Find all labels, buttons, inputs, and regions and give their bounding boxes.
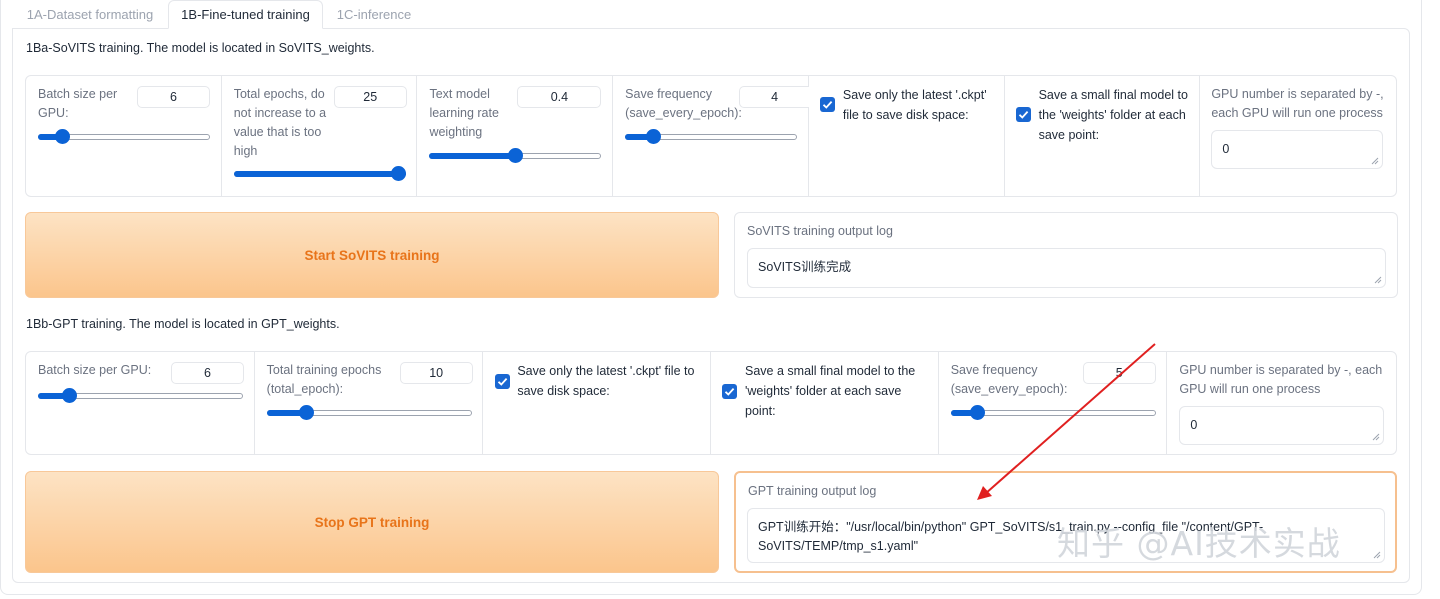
gpt-batch-size-input[interactable]: 6 (171, 362, 244, 384)
sovits-text-lr-label: Text model learning rate weighting (429, 87, 499, 139)
sovits-text-lr-input[interactable]: 0.4 (517, 86, 602, 108)
tab-bar: 1A-Dataset formatting 1B-Fine-tuned trai… (0, 0, 1422, 29)
sovits-output-log-label: SoVITS training output log (747, 224, 893, 238)
gpt-gpu-numbers-label: GPU number is separated by -, each GPU w… (1179, 363, 1383, 396)
gpt-total-epochs-label: Total training epochs (total_epoch): (266, 363, 382, 396)
sovits-gpu-numbers-label: GPU number is separated by -, each GPU w… (1211, 87, 1384, 120)
sovits-batch-size-label: Batch size per GPU: (38, 87, 118, 120)
sovits-params-row: Batch size per GPU: 6 Total epochs, do n… (25, 75, 1397, 197)
start-sovits-training-button[interactable]: Start SoVITS training (25, 212, 719, 298)
resize-grip-icon[interactable] (1371, 157, 1379, 165)
gpt-batch-size-label: Batch size per GPU: (38, 363, 152, 377)
gpt-save-latest-checkbox[interactable] (495, 374, 511, 389)
sovits-total-epochs-input[interactable]: 25 (333, 86, 407, 108)
gpt-batch-size-slider[interactable] (38, 388, 243, 404)
sovits-gpu-numbers: GPU number is separated by -, each GPU w… (1200, 76, 1396, 196)
sovits-save-small-checkbox[interactable] (1015, 107, 1031, 122)
resize-grip-icon[interactable] (1372, 433, 1380, 441)
sovits-save-latest-label: Save only the latest '.ckpt' file to sav… (842, 88, 987, 122)
gpt-save-frequency-input[interactable]: 5 (1082, 362, 1156, 384)
gpt-save-latest-label: Save only the latest '.ckpt' file to sav… (517, 364, 695, 398)
sovits-total-epochs-label: Total epochs, do not increase to a value… (233, 87, 327, 158)
watermark: 知乎 @AI技术实战 (1057, 524, 1341, 563)
sovits-total-epochs: Total epochs, do not increase to a value… (222, 76, 418, 196)
gpt-save-small-checkbox[interactable] (722, 384, 738, 399)
sovits-save-latest-only: Save only the latest '.ckpt' file to sav… (809, 76, 1005, 196)
gpt-batch-size: Batch size per GPU: 6 (26, 352, 255, 454)
sovits-output-log: SoVITS training output log SoVITS训练完成 (734, 212, 1398, 298)
stop-gpt-training-button[interactable]: Stop GPT training (25, 471, 719, 573)
gpt-save-frequency-label: Save frequency (save_every_epoch): (950, 363, 1068, 396)
sovits-save-frequency-slider[interactable] (625, 129, 798, 145)
sovits-text-lr-weight: Text model learning rate weighting 0.4 (417, 76, 614, 196)
gpt-total-epochs-slider[interactable] (266, 405, 472, 421)
gpt-section-title: 1Bb-GPT training. The model is located i… (26, 317, 340, 331)
sovits-gpu-numbers-value: 0 (1222, 142, 1230, 156)
gpt-gpu-numbers: GPU number is separated by -, each GPU w… (1167, 352, 1396, 454)
gpt-gpu-numbers-input[interactable]: 0 (1179, 406, 1385, 445)
sovits-batch-size: Batch size per GPU: 6 (26, 76, 222, 196)
gpt-save-frequency: Save frequency (save_every_epoch): 5 (939, 352, 1168, 454)
tab-dataset-formatting[interactable]: 1A-Dataset formatting (16, 0, 164, 29)
sovits-save-frequency-input[interactable]: 4 (739, 86, 810, 108)
gpt-save-small-final: Save a small final model to the 'weights… (711, 352, 939, 454)
sovits-gpu-numbers-input[interactable]: 0 (1211, 130, 1384, 169)
gpt-output-log-label: GPT training output log (748, 484, 877, 498)
gpt-total-epochs: Total training epochs (total_epoch): 10 (255, 352, 484, 454)
sovits-section-title: 1Ba-SoVITS training. The model is locate… (26, 41, 375, 55)
gpt-save-frequency-slider[interactable] (950, 405, 1156, 421)
gpt-save-small-label: Save a small final model to the 'weights… (745, 364, 916, 418)
resize-grip-icon[interactable] (1374, 276, 1382, 284)
sovits-save-small-final: Save a small final model to the 'weights… (1005, 76, 1201, 196)
sovits-total-epochs-slider[interactable] (233, 166, 406, 182)
gpt-gpu-numbers-value: 0 (1190, 418, 1198, 432)
sovits-text-lr-slider[interactable] (429, 148, 602, 164)
sovits-save-small-label: Save a small final model to the 'weights… (1038, 88, 1188, 142)
gpt-params-row: Batch size per GPU: 6 Total training epo… (25, 351, 1397, 455)
sovits-save-latest-checkbox[interactable] (819, 97, 835, 112)
sovits-batch-size-input[interactable]: 6 (137, 86, 210, 108)
sovits-save-frequency: Save frequency (save_every_epoch): 4 (613, 76, 810, 196)
gpt-save-latest-only: Save only the latest '.ckpt' file to sav… (483, 352, 712, 454)
sovits-output-log-value: SoVITS训练完成 (758, 260, 852, 274)
tab-fine-tuned-training[interactable]: 1B-Fine-tuned training (168, 0, 323, 29)
sovits-save-frequency-label: Save frequency (save_every_epoch): (625, 87, 742, 120)
sovits-batch-size-slider[interactable] (38, 129, 210, 145)
sovits-output-log-text[interactable]: SoVITS训练完成 (747, 248, 1386, 288)
gpt-total-epochs-input[interactable]: 10 (399, 362, 473, 384)
resize-grip-icon[interactable] (1373, 551, 1381, 559)
tab-inference[interactable]: 1C-inference (327, 0, 421, 29)
